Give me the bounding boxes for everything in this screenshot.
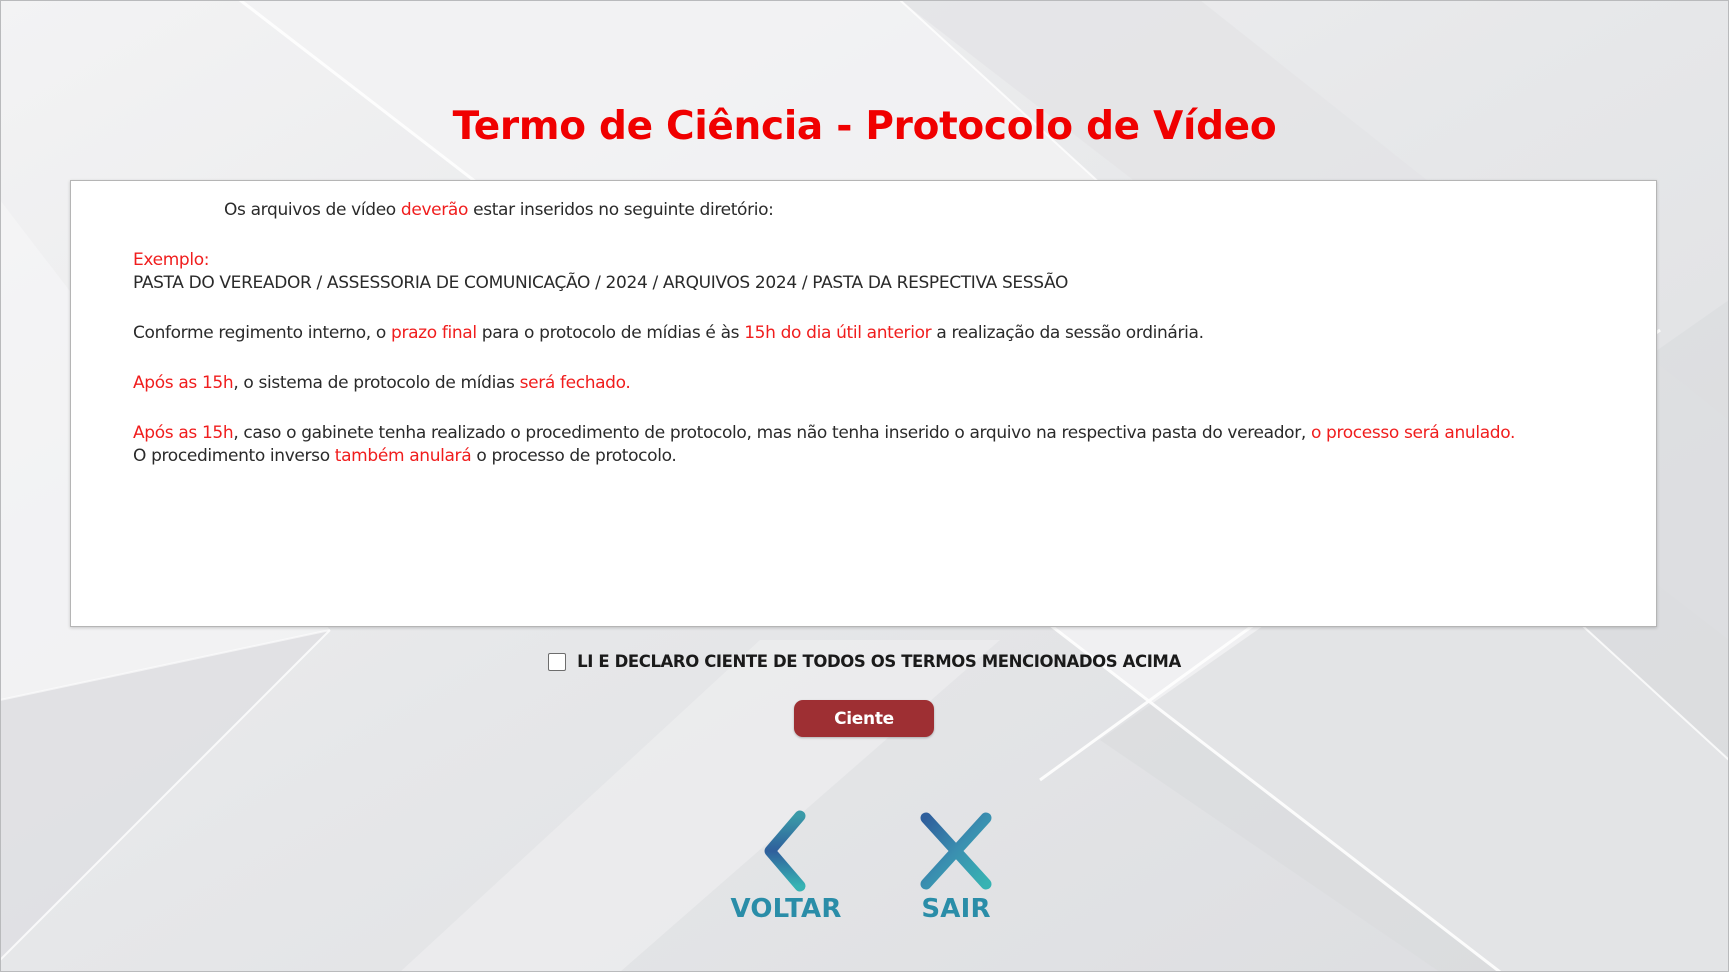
terms-inverse: O procedimento inverso também anulará o … xyxy=(133,445,1616,468)
terms-deadline-text-3: a realização da sessão ordinária. xyxy=(931,323,1204,343)
terms-deadline-highlight-2: 15h do dia útil anterior xyxy=(744,323,932,343)
voltar-label: VOLTAR xyxy=(730,894,842,924)
voltar-button[interactable]: VOLTAR xyxy=(726,810,846,924)
sair-label: SAIR xyxy=(921,894,991,924)
terms-inverse-text: O procedimento inverso xyxy=(133,446,335,466)
terms-inverse-highlight: também anulará xyxy=(334,446,472,466)
page-title: Termo de Ciência - Protocolo de Vídeo xyxy=(452,104,1277,149)
terms-deadline-highlight-1: prazo final xyxy=(391,323,477,343)
terms-panel: Os arquivos de vídeo deverão estar inser… xyxy=(70,180,1657,627)
terms-intro-highlight: deverão xyxy=(400,200,469,220)
close-icon xyxy=(896,810,1016,892)
terms-intro: Os arquivos de vídeo deverão estar inser… xyxy=(133,199,1616,222)
terms-deadline: Conforme regimento interno, o prazo fina… xyxy=(133,322,1616,345)
terms-intro-text-end: estar inseridos no seguinte diretório: xyxy=(468,200,774,220)
terms-annul-text: , caso o gabinete tenha realizado o proc… xyxy=(233,423,1311,443)
terms-closing-highlight-1: Após as 15h xyxy=(133,373,234,393)
terms-closing-text: , o sistema de protocolo de mídias xyxy=(233,373,520,393)
agree-checkbox[interactable] xyxy=(548,652,567,671)
terms-annul-highlight-1: Após as 15h xyxy=(133,423,234,443)
terms-annul: Após as 15h, caso o gabinete tenha reali… xyxy=(133,422,1616,445)
terms-annul-highlight-2: o processo será anulado. xyxy=(1310,423,1516,443)
terms-example-path: PASTA DO VEREADOR / ASSESSORIA DE COMUNI… xyxy=(133,273,1069,293)
sair-button[interactable]: SAIR xyxy=(896,810,1016,924)
terms-closing-highlight-2: será fechado. xyxy=(519,373,631,393)
agree-row: LI E DECLARO CIENTE DE TODOS OS TERMOS M… xyxy=(0,652,1729,671)
terms-inverse-text-end: o processo de protocolo. xyxy=(471,446,677,466)
terms-closing: Após as 15h, o sistema de protocolo de m… xyxy=(133,372,1616,395)
ciente-button[interactable]: Ciente xyxy=(794,700,934,737)
terms-example-label: Exemplo: xyxy=(133,250,210,270)
terms-text: Os arquivos de vídeo deverão estar inser… xyxy=(133,199,1616,468)
chevron-left-icon xyxy=(726,810,846,892)
terms-deadline-text-2: para o protocolo de mídias é às xyxy=(476,323,745,343)
agree-label[interactable]: LI E DECLARO CIENTE DE TODOS OS TERMOS M… xyxy=(577,652,1181,671)
terms-deadline-text: Conforme regimento interno, o xyxy=(133,323,391,343)
terms-intro-text: Os arquivos de vídeo xyxy=(224,200,401,220)
